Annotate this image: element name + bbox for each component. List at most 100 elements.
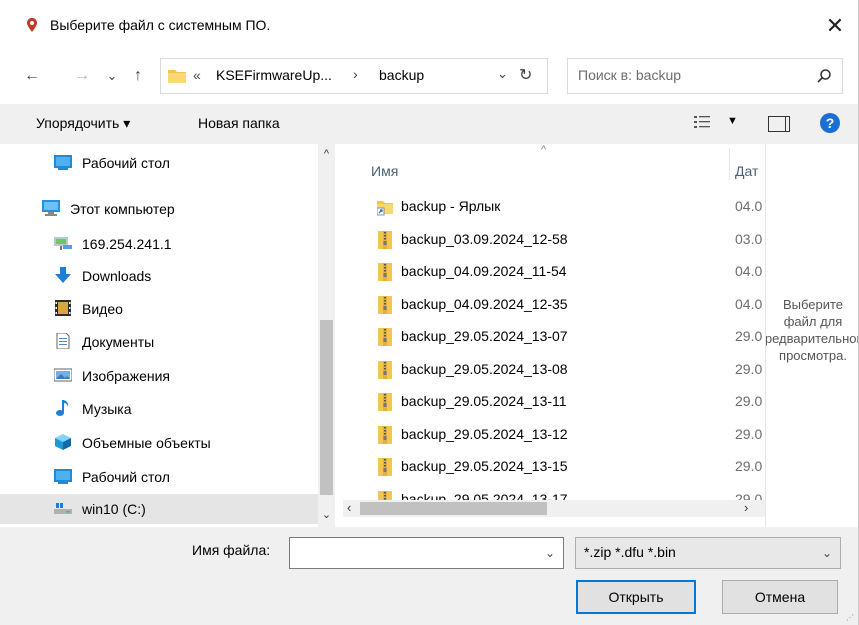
nav-item-3d-objects[interactable]: Объемные объекты [0,428,318,458]
column-divider[interactable] [729,148,730,180]
nav-item-drive-c[interactable]: win10 (C:) [0,494,318,524]
preview-line: Выберите [782,297,844,312]
breadcrumb-separator[interactable]: › [353,66,358,82]
scrollbar-thumb[interactable] [360,502,547,515]
nav-item-desktop-2[interactable]: Рабочий стол [0,462,318,492]
file-row[interactable]: backup_29.05.2024_13-11 29.0 [343,388,765,416]
search-input[interactable]: Поиск в: backup [567,58,843,94]
search-icon[interactable] [816,68,832,84]
view-details-icon[interactable] [694,115,710,129]
nav-item-label: Видео [82,301,123,317]
new-folder-button[interactable]: Новая папка [198,115,280,131]
help-icon[interactable]: ? [820,113,840,133]
zip-folder-icon [378,360,392,379]
file-row[interactable]: backup_29.05.2024_13-15 29.0 [343,453,765,481]
network-drive-icon [54,237,72,250]
nav-item-videos[interactable]: Видео [0,294,318,324]
file-name: backup - Ярлык [401,198,501,214]
cancel-button[interactable]: Отмена [722,580,838,614]
breadcrumb-segment-current[interactable]: backup [379,67,424,83]
file-date: 04.0 [735,295,763,312]
nav-item-this-pc[interactable]: Этот компьютер [0,194,318,224]
file-date: 04.0 [735,263,763,279]
downloads-icon [55,267,71,283]
navigation-row: ← → ⌄ ↑ « KSEFirmwareUp... › backup ⌄ ↻ … [0,58,858,94]
scroll-down-arrow-icon[interactable]: ⌄ [318,508,335,521]
file-row[interactable]: backup_29.05.2024_13-07 29.0 [343,323,765,351]
up-button[interactable]: ↑ [128,64,148,88]
desktop-icon [54,469,72,484]
nav-item-label: Объемные объекты [82,435,211,451]
preview-pane-icon[interactable] [768,116,790,132]
file-name: backup_29.05.2024_13-11 [401,393,567,409]
search-placeholder: Поиск в: backup [578,67,682,83]
scrollbar-thumb[interactable] [320,320,333,495]
resize-grip-icon[interactable]: ⋰ [846,613,856,623]
map-pin-icon [27,18,37,32]
forward-arrow-icon: → [74,67,90,84]
nav-item-desktop[interactable]: Рабочий стол [0,148,318,178]
navigation-pane: Рабочий стол Этот компьютер 169.254.241.… [0,144,343,527]
nav-item-music[interactable]: Музыка [0,394,318,424]
file-row[interactable]: backup_03.09.2024_12-58 03.0 [343,226,765,254]
open-button[interactable]: Открыть [576,580,696,614]
refresh-icon[interactable]: ↻ [519,65,532,85]
file-row[interactable]: backup - Ярлык 04.0 [343,193,765,221]
organize-menu-button[interactable]: Упорядочить ▾ [36,115,130,132]
filename-input[interactable]: ⌄ [289,537,564,569]
file-name: backup_29.05.2024_13-07 [401,328,568,344]
view-options-dropdown[interactable]: ▼ [727,115,738,127]
nav-item-label: Документы [82,334,155,350]
file-name: backup_29.05.2024_13-08 [401,360,568,377]
nav-item-network-drive[interactable]: 169.254.241.1 [0,229,318,259]
file-date: 29.0 [735,328,763,344]
file-date: 29.0 [735,425,763,442]
preview-line: предварительного [765,331,858,346]
nav-item-downloads[interactable]: Downloads [0,261,318,291]
close-button[interactable]: ✕ [812,0,858,52]
forward-button[interactable]: → [72,64,92,88]
recent-locations-button[interactable]: ⌄ [104,64,120,88]
drive-icon [54,503,72,514]
computer-icon [42,200,60,216]
address-history-dropdown[interactable]: ⌄ [497,66,508,82]
file-date: 03.0 [735,230,763,247]
scroll-up-arrow-icon[interactable]: ^ [318,148,335,160]
chevron-down-icon[interactable]: ⌄ [822,546,832,560]
file-name: backup_03.09.2024_12-58 [401,230,568,247]
bottom-panel: Имя файла: ⌄ *.zip *.dfu *.bin ⌄ Открыть… [0,527,858,625]
close-icon: ✕ [825,13,845,38]
file-type-filter-select[interactable]: *.zip *.dfu *.bin ⌄ [575,537,841,569]
chevron-down-icon[interactable]: ⌄ [545,546,555,560]
scroll-left-arrow-icon[interactable]: ‹ [347,500,351,515]
preview-pane: Выберите файл для предварительного просм… [765,144,858,527]
address-bar[interactable]: « KSEFirmwareUp... › backup ⌄ ↻ [160,58,548,94]
zip-folder-icon [378,295,392,314]
column-header-date[interactable]: Дат [735,163,758,179]
file-row[interactable]: backup_29.05.2024_13-08 29.0 [343,356,765,384]
nav-item-pictures[interactable]: Изображения [0,361,318,391]
back-button[interactable]: ← [22,64,42,88]
window-title: Выберите файл с системным ПО. [50,17,271,33]
file-row[interactable]: backup_04.09.2024_12-35 04.0 [343,291,765,319]
file-list: ^ Имя Дат backup - Ярлык 04.0 backup_03.09… [343,144,765,527]
scroll-right-arrow-icon[interactable]: › [744,500,748,515]
file-name: backup_29.05.2024_13-12 [401,425,568,442]
zip-folder-icon [378,230,392,249]
file-row[interactable]: backup_04.09.2024_11-54 04.0 [343,258,765,286]
documents-icon [56,333,70,349]
column-header-name[interactable]: Имя [371,163,398,179]
nav-vertical-scrollbar[interactable]: ^ ⌄ [318,144,335,527]
file-row[interactable]: backup_29.05.2024_13-12 29.0 [343,421,765,449]
nav-item-label: Рабочий стол [82,155,170,171]
title-bar: Выберите файл с системным ПО. ✕ [0,0,858,52]
nav-item-documents[interactable]: Документы [0,327,318,357]
file-list-horizontal-scrollbar[interactable]: ‹ › [343,500,765,517]
folder-shortcut-icon [377,201,393,216]
breadcrumb-segment-parent[interactable]: KSEFirmwareUp... [216,67,332,83]
back-arrow-icon: ← [24,67,40,84]
preview-message: Выберите файл для предварительного просм… [765,296,858,364]
breadcrumb-overflow[interactable]: « [193,67,201,83]
nav-item-label: Этот компьютер [70,201,175,217]
file-name: backup_29.05.2024_13-15 [401,458,568,474]
